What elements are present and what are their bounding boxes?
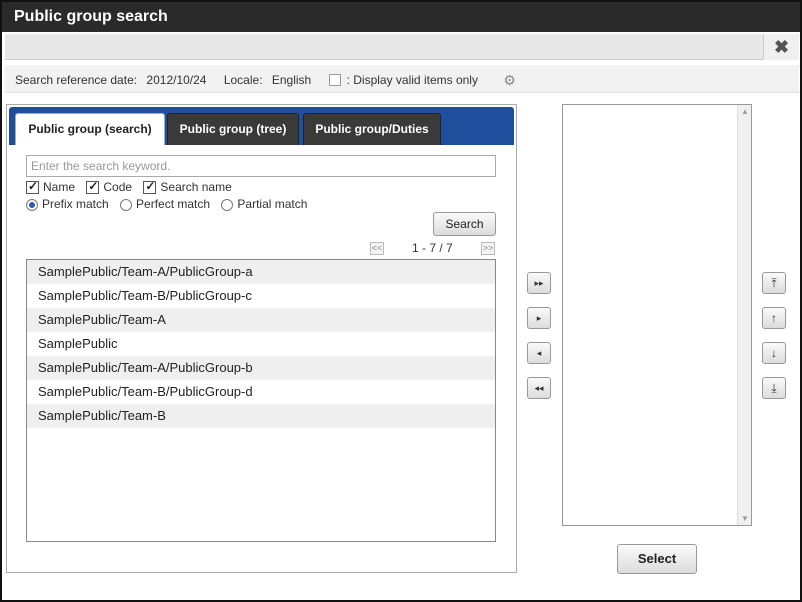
tab-public-group-duties[interactable]: Public group/Duties [303,113,441,145]
dialog-frame: Public group search ✖ Search reference d… [0,0,802,602]
name-checkbox[interactable] [26,179,39,195]
prev-page-button[interactable]: << [370,242,384,255]
dialog-title: Public group search [2,2,800,32]
search-name-checkbox[interactable] [143,179,157,195]
list-item[interactable]: SamplePublic/Team-B [27,404,495,428]
partial-label: Partial match [237,197,308,211]
code-check-label: Code [103,180,133,194]
tab-public-group-search[interactable]: Public group (search) [15,113,165,145]
selected-list-scrollbar[interactable]: ▲ ▼ [737,105,751,525]
move-top-icon[interactable]: ⤒ [762,272,786,294]
ref-date-label: Search reference date: [15,73,138,87]
perfect-radio[interactable] [120,198,133,211]
prefix-label: Prefix match [42,197,109,211]
add-all-icon[interactable]: ▸▸ [527,272,551,294]
check-code[interactable]: Code [86,179,133,195]
move-up-icon[interactable]: ↑ [762,307,786,329]
scroll-up-icon[interactable]: ▲ [741,107,749,116]
check-name[interactable]: Name [26,179,76,195]
list-item[interactable]: SamplePublic [27,332,495,356]
list-item[interactable]: SamplePublic/Team-A/PublicGroup-a [27,260,495,284]
move-bottom-icon[interactable]: ⤓ [762,377,786,399]
next-page-button[interactable]: >> [481,242,495,255]
page-indicator: 1 - 7 / 7 [412,241,453,255]
scroll-down-icon[interactable]: ▼ [741,514,749,523]
list-item[interactable]: SamplePublic/Team-B/PublicGroup-c [27,284,495,308]
remove-all-icon[interactable]: ◂◂ [527,377,551,399]
search-button[interactable]: Search [433,212,496,236]
locale-value: English [271,73,312,87]
locale-label: Locale: [223,73,263,87]
valid-only-checkbox[interactable] [328,74,341,86]
tab-public-group-tree[interactable]: Public group (tree) [167,113,299,145]
result-list[interactable]: SamplePublic/Team-A/PublicGroup-a Sample… [26,259,496,542]
radio-perfect[interactable]: Perfect match [120,197,210,211]
check-search-name[interactable]: Search name [143,179,232,195]
valid-only-label: : Display valid items only [346,73,478,87]
search-input[interactable] [26,155,496,177]
search-name-check-label: Search name [160,180,232,194]
selected-list[interactable]: ▲ ▼ [562,104,752,526]
tab-strip: Public group (search) Public group (tree… [9,107,514,145]
remove-icon[interactable]: ◂ [527,342,551,364]
search-field-checks: Name Code Search name [26,179,240,196]
dialog-toolbar: ✖ [5,34,799,60]
add-icon[interactable]: ▸ [527,307,551,329]
info-bar: Search reference date: 2012/10/24 Locale… [5,65,799,93]
code-checkbox[interactable] [86,179,100,195]
move-down-icon[interactable]: ↓ [762,342,786,364]
list-item[interactable]: SamplePublic/Team-A [27,308,495,332]
partial-radio[interactable] [221,198,234,211]
close-icon[interactable]: ✖ [763,34,799,60]
perfect-label: Perfect match [136,197,211,211]
ref-date-value: 2012/10/24 [146,73,207,87]
match-mode-radios: Prefix match Perfect match Partial match [26,197,315,213]
list-item[interactable]: SamplePublic/Team-B/PublicGroup-d [27,380,495,404]
gear-icon[interactable]: ⚙ [503,72,516,89]
select-button[interactable]: Select [617,544,697,574]
radio-prefix[interactable]: Prefix match [26,197,109,211]
radio-partial[interactable]: Partial match [221,197,307,211]
list-item[interactable]: SamplePublic/Team-A/PublicGroup-b [27,356,495,380]
pager: << 1 - 7 / 7 >> [370,240,496,258]
prefix-radio[interactable] [26,198,38,211]
name-check-label: Name [43,180,76,194]
